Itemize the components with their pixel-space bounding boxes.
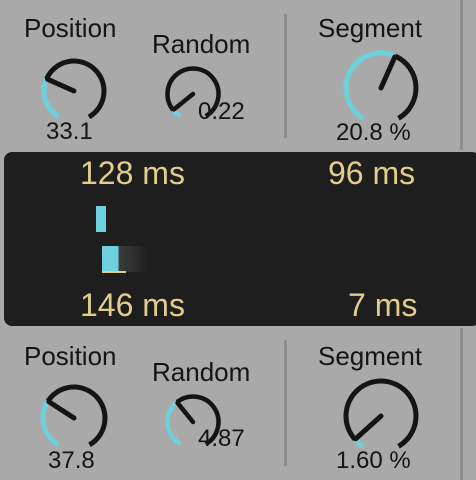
position-label-2: Position (24, 341, 117, 371)
knob-track (45, 384, 108, 448)
section-divider (284, 14, 287, 138)
position-knob[interactable] (34, 54, 114, 124)
knob-track (394, 53, 419, 121)
grain-marker-top (96, 206, 106, 232)
segment-knob[interactable] (338, 46, 424, 126)
position-label: Position (24, 13, 117, 43)
segment-label-2: Segment (318, 341, 423, 371)
segment-label: Segment (318, 13, 423, 43)
random-value[interactable]: 0.22 (198, 99, 245, 125)
section-divider-2 (284, 340, 287, 466)
knob-fill (343, 50, 397, 121)
grain-display[interactable]: 128 ms 96 ms 146 ms 7 ms (4, 152, 476, 326)
knob-needle (353, 413, 384, 442)
right-edge-divider-bottom (460, 328, 463, 480)
right-edge-divider (460, 0, 463, 150)
knob-needle (171, 91, 196, 112)
segment-value[interactable]: 20.8 % (336, 120, 411, 146)
time-top-left: 128 ms (80, 155, 185, 191)
knob-fill (165, 400, 182, 447)
time-bottom-right: 7 ms (348, 287, 418, 323)
position-knob-2[interactable] (34, 380, 114, 452)
grain-marker-bottom-line (102, 271, 126, 273)
segment-value-2[interactable]: 1.60 % (336, 448, 411, 474)
knob-needle (45, 76, 77, 94)
time-top-right: 96 ms (328, 155, 416, 191)
position-value-2[interactable]: 37.8 (48, 448, 95, 474)
time-bottom-left: 146 ms (80, 287, 185, 323)
grain-marker-bottom (102, 246, 148, 272)
random-label-2: Random (152, 357, 251, 387)
random-value-2[interactable]: 4.87 (198, 426, 245, 452)
knob-needle (175, 400, 196, 425)
random-label: Random (152, 29, 251, 59)
knob-needle (378, 54, 398, 91)
position-value[interactable]: 33.1 (46, 119, 93, 145)
segment-knob-2[interactable] (338, 374, 424, 454)
knob-needle (46, 399, 77, 421)
